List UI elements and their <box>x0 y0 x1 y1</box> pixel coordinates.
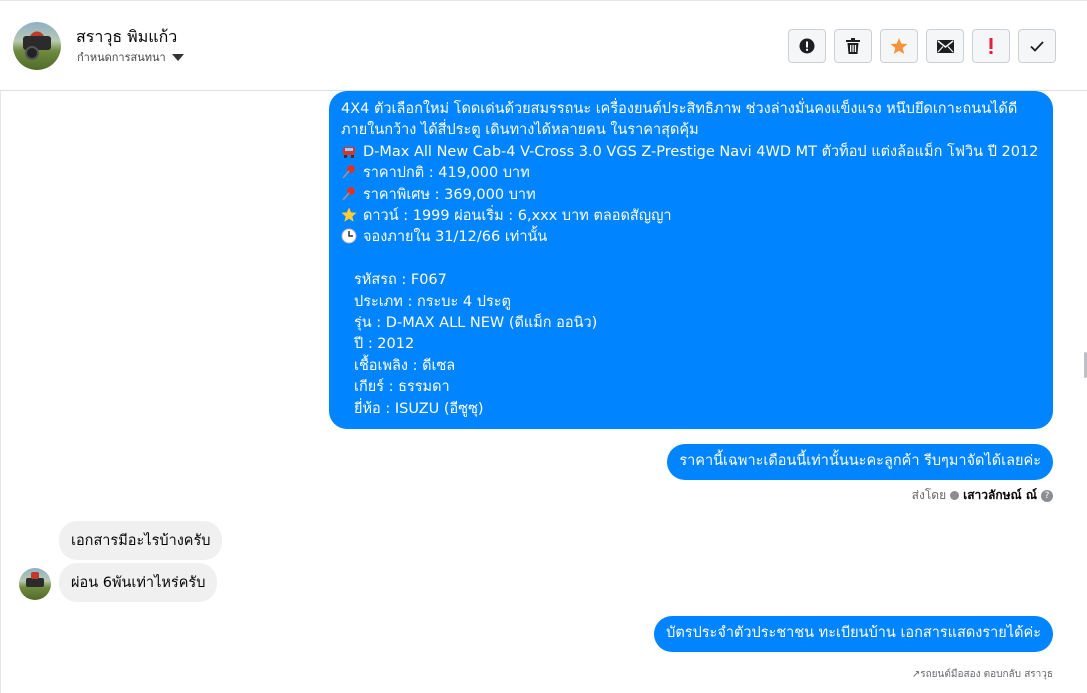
listing-special-price: ราคาพิเศษ : 369,000 บาท <box>363 186 536 203</box>
car-icon <box>343 146 355 158</box>
star-icon <box>890 37 908 54</box>
help-icon[interactable]: ? <box>1041 489 1053 502</box>
customer-message-installment[interactable]: ผ่อน 6พันเท่าไหร่ครับ <box>59 563 218 602</box>
left-border <box>0 0 1 693</box>
report-button[interactable] <box>788 29 826 63</box>
listing-brand: ยี่ห้อ : ISUZU (อีซูซุ) <box>354 400 484 417</box>
listing-intro-line1: 4X4 ตัวเลือกใหม่ โดดเด่นด้วยสมรรถนะ เครื… <box>341 101 1018 117</box>
spam-button[interactable] <box>972 29 1010 63</box>
listing-down-payment-line: ดาวน์ : 1999 ผ่อนเริ่ม : 6,xxx บาท ตลอดส… <box>341 206 1041 227</box>
listing-type: ประเภท : กระบะ 4 ประตู <box>354 293 511 310</box>
listing-special-price-line: ราคาพิเศษ : 369,000 บาท <box>341 185 1041 206</box>
pushpin-icon <box>342 186 355 201</box>
documents-reply-text: บัตรประจำตัวประชาชน ทะเบียนบ้าน เอกสารแส… <box>666 625 1041 642</box>
contact-name[interactable]: สราวุธ พิมแก้ว <box>76 25 177 50</box>
listing-gear: เกียร์ : ธรรมดา <box>354 379 450 396</box>
conversation-toolbar <box>788 29 1056 63</box>
listing-down-payment: ดาวน์ : 1999 ผ่อนเริ่ม : 6,xxx บาท ตลอดส… <box>363 208 672 225</box>
listing-fuel: เชื้อเพลิง : ดีเซล <box>354 357 456 374</box>
conversation-header: สราวุธ พิมแก้ว กำหนดการสนทนา <box>0 1 1087 91</box>
sent-by-info: ส่งโดย เสาวลักษณ์ ณ์ ? <box>912 486 1053 505</box>
mark-unread-button[interactable] <box>926 29 964 63</box>
promo-reply-message[interactable]: ราคานี้เฉพาะเดือนนี้เท่านั้นนะคะลูกค้า ร… <box>667 444 1053 480</box>
pushpin-icon <box>342 165 355 179</box>
reply-footer-text: รถยนต์มือสอง ตอบกลับ สราวุธ <box>920 669 1053 680</box>
listing-model: D-Max All New Cab-4 V-Cross 3.0 VGS Z-Pr… <box>363 143 1039 160</box>
trash-icon <box>846 38 860 54</box>
clock-icon <box>341 228 357 244</box>
listing-normal-price-line: ราคาปกติ : 419,000 บาท <box>341 163 1041 184</box>
customer-avatar[interactable] <box>19 568 51 600</box>
promo-reply-text: ราคานี้เฉพาะเดือนนี้เท่านั้นนะคะลูกค้า ร… <box>679 453 1041 470</box>
verified-icon <box>950 491 960 500</box>
delete-button[interactable] <box>834 29 872 63</box>
conversation-settings-dropdown[interactable]: กำหนดการสนทนา <box>77 48 184 66</box>
exclamation-icon <box>989 38 993 54</box>
listing-year: ปี : 2012 <box>354 336 415 353</box>
star-button[interactable] <box>880 29 918 63</box>
conversation-settings-label: กำหนดการสนทนา <box>77 51 166 64</box>
customer-message-documents[interactable]: เอกสารมีอะไรบ้างครับ <box>59 521 223 560</box>
listing-model-name: รุ่น : D-MAX ALL NEW (ดีแม็ก ออนิว) <box>354 315 598 332</box>
reply-footer-note: ↗รถยนต์มือสอง ตอบกลับ สราวุธ <box>912 667 1053 682</box>
listing-normal-price: ราคาปกติ : 419,000 บาท <box>363 165 530 182</box>
mark-done-button[interactable] <box>1018 29 1056 63</box>
star-icon <box>341 207 357 222</box>
customer-message-text: เอกสารมีอะไรบ้างครับ <box>71 533 211 549</box>
sent-by-prefix: ส่งโดย <box>911 488 947 502</box>
caret-down-icon <box>171 54 184 61</box>
envelope-icon <box>936 39 954 53</box>
sent-by-name[interactable]: เสาวลักษณ์ ณ์ <box>963 486 1037 505</box>
check-icon <box>1030 40 1044 52</box>
documents-reply-message[interactable]: บัตรประจำตัวประชาชน ทะเบียนบ้าน เอกสารแส… <box>654 616 1053 652</box>
listing-model-line: D-Max All New Cab-4 V-Cross 3.0 VGS Z-Pr… <box>341 142 1041 163</box>
contact-avatar[interactable] <box>13 22 61 70</box>
listing-car-code: รหัสรถ : F067 <box>354 272 447 289</box>
listing-deadline: จองภายใน 31/12/66 เท่านั้น <box>363 229 548 246</box>
reply-icon: ↗ <box>911 669 921 680</box>
listing-deadline-line: จองภายใน 31/12/66 เท่านั้น <box>341 227 1041 248</box>
listing-intro-line2: ภายในกว้าง ได้สี่ประตู เดินทางได้หลายคน … <box>341 122 699 139</box>
listing-spacer <box>341 249 1041 270</box>
car-listing-message[interactable]: 4X4 ตัวเลือกใหม่ โดดเด่นด้วยสมรรถนะ เครื… <box>329 91 1053 429</box>
alert-circle-icon <box>799 38 815 54</box>
customer-message-text: ผ่อน 6พันเท่าไหร่ครับ <box>71 575 206 591</box>
